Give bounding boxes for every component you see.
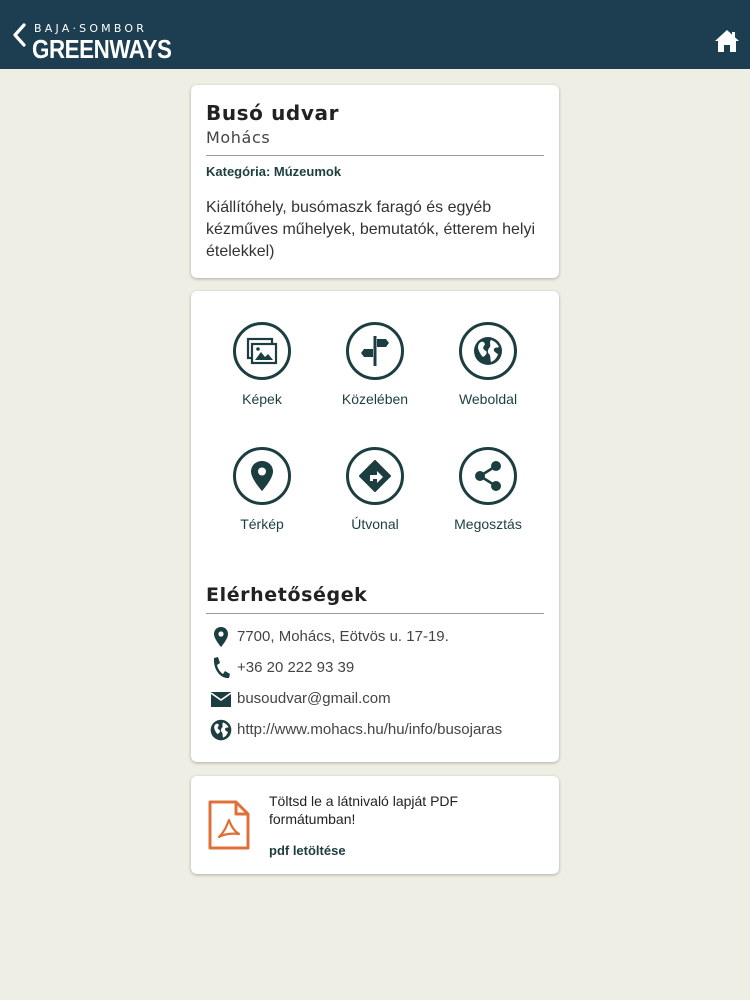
envelope-icon [211,691,231,707]
phone-text: +36 20 222 93 39 [237,659,355,676]
map-circle [233,447,291,505]
directions-label: Útvonal [351,516,399,532]
home-icon [715,30,739,52]
poi-city: Mohács [206,128,271,147]
top-bar: BAJA·SOMBOR GREENWAYS [0,0,750,69]
images-circle [233,322,291,380]
contact-phone[interactable]: +36 20 222 93 39 [210,657,550,681]
address-text: 7700, Mohács, Eötvös u. 17-19. [237,628,449,645]
poi-category: Kategória: Múzeumok [206,164,342,179]
website-circle [459,322,517,380]
divider [206,155,544,156]
map-button[interactable]: Térkép [206,447,318,547]
website-icon-wrap [210,719,232,741]
contacts-title: Elérhetőségek [206,584,368,606]
nearby-button[interactable]: Közelében [319,322,431,422]
signpost-icon [361,336,389,366]
share-label: Megosztás [454,516,522,532]
actions-contacts-card: Képek Közelében Weboldal Térkép Útvonal … [191,291,559,762]
nearby-label: Közelében [341,391,409,407]
phone-icon-wrap [210,657,232,679]
email-icon-wrap [210,688,232,710]
poi-info-card: Busó udvar Mohács Kategória: Múzeumok Ki… [191,85,559,278]
globe-icon [210,719,232,741]
contact-address[interactable]: 7700, Mohács, Eötvös u. 17-19. [210,626,550,650]
poi-description: Kiállítóhely, busómaszk faragó és egyéb … [206,199,536,260]
website-button[interactable]: Weboldal [432,322,544,422]
pdf-description: Töltsd le a látnivaló lapját PDF formátu… [269,793,459,827]
chevron-left-icon [13,23,26,47]
app-logo[interactable]: BAJA·SOMBOR GREENWAYS [32,20,172,64]
email-text: busoudvar@gmail.com [237,690,391,707]
location-pin-icon [214,627,228,647]
directions-icon [359,460,391,492]
poi-title: Busó udvar [206,101,340,125]
share-icon [475,461,501,491]
logo-main-text: GREENWAYS [32,34,172,64]
back-button[interactable] [10,22,30,48]
website-text: http://www.mohacs.hu/hu/info/busojaras [237,721,503,738]
divider [206,613,544,614]
pdf-card: Töltsd le a látnivaló lapját PDF formátu… [191,776,559,874]
map-label: Térkép [240,516,284,532]
map-pin-icon [251,461,273,491]
nearby-circle [346,322,404,380]
directions-circle [346,447,404,505]
home-button[interactable] [714,29,740,53]
images-icon [246,337,278,365]
phone-icon [213,657,230,679]
pdf-file-icon [208,800,250,850]
share-circle [459,447,517,505]
images-label: Képek [242,391,282,407]
pdf-download-link[interactable]: pdf letöltése [269,843,346,858]
directions-button[interactable]: Útvonal [319,447,431,547]
website-label: Weboldal [458,391,518,407]
globe-icon [474,337,502,365]
contact-email[interactable]: busoudvar@gmail.com [210,688,550,712]
share-button[interactable]: Megosztás [432,447,544,547]
contact-website[interactable]: http://www.mohacs.hu/hu/info/busojaras [210,719,550,743]
address-icon-wrap [210,626,232,648]
images-button[interactable]: Képek [206,322,318,422]
